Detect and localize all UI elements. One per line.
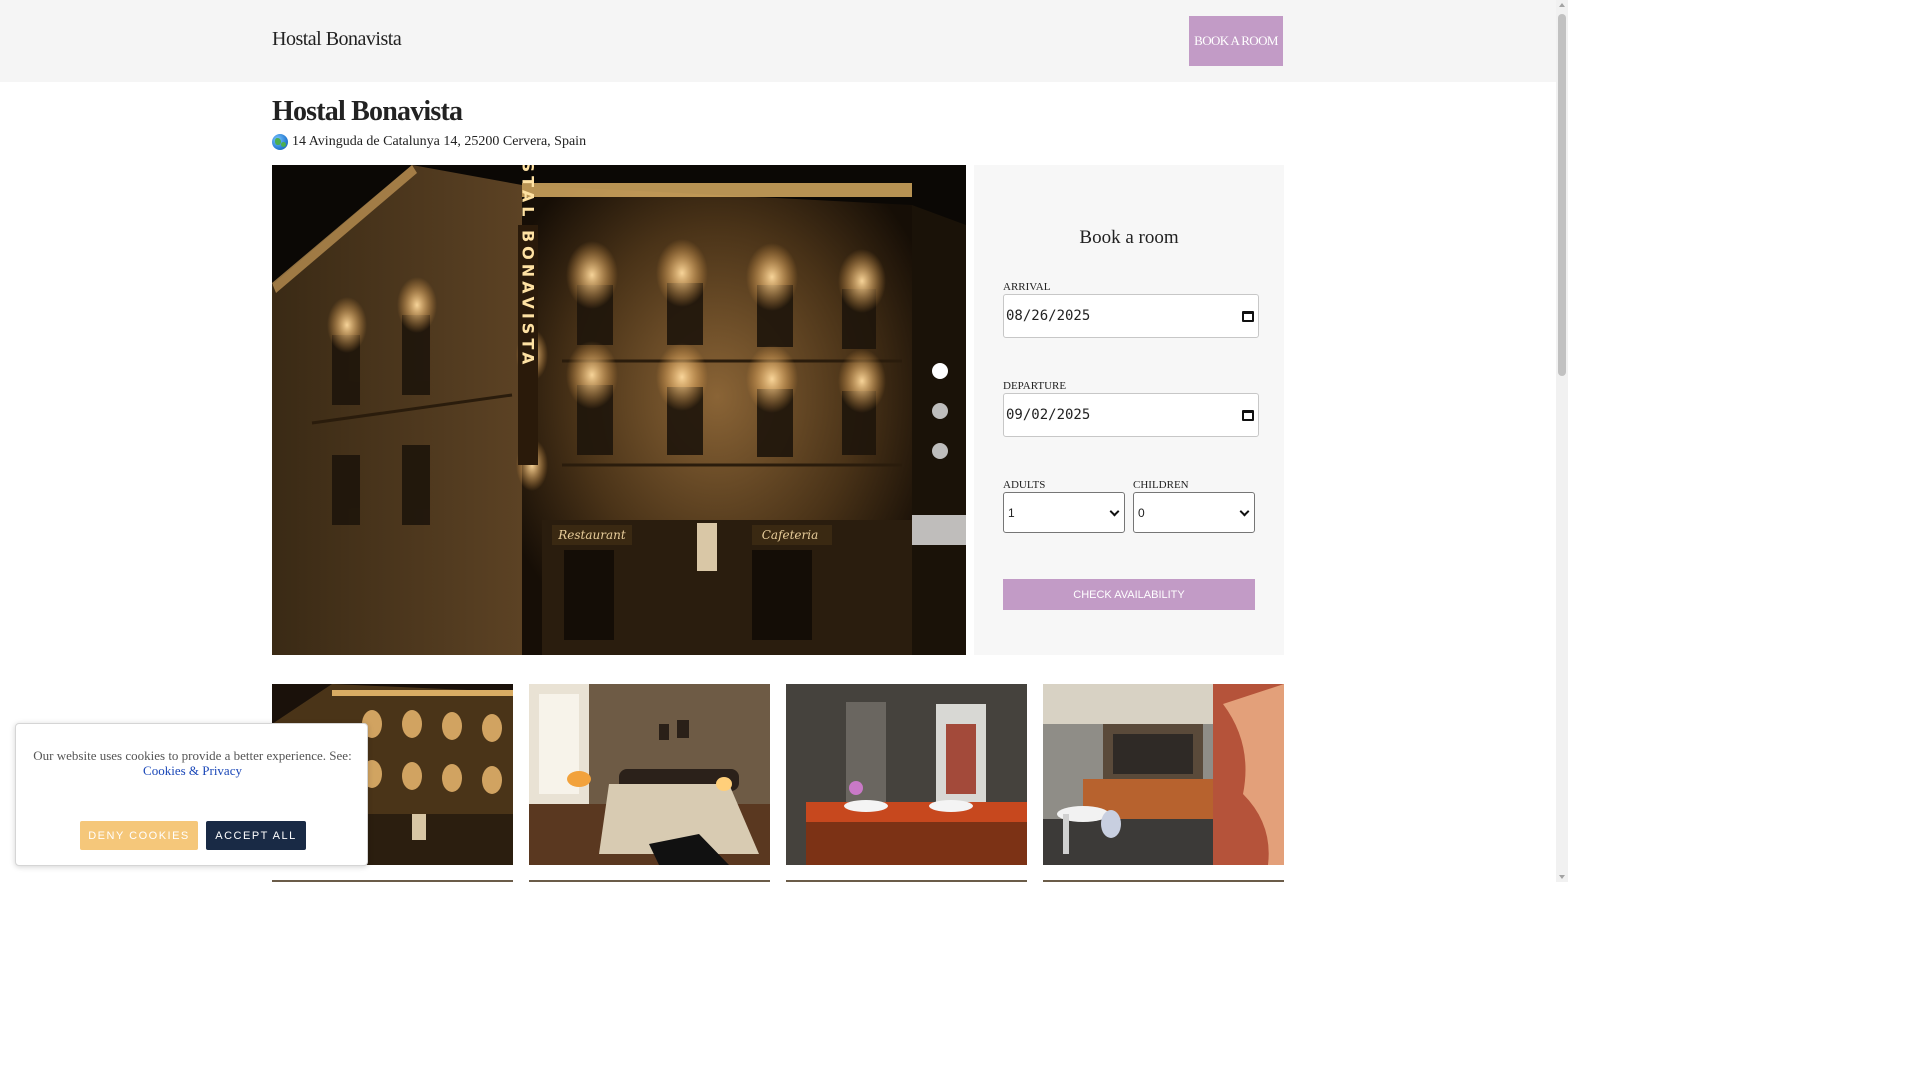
- children-select[interactable]: 0: [1133, 492, 1255, 533]
- bedroom-photo: [529, 684, 770, 865]
- svg-text:HOSTAL BONAVISTA: HOSTAL BONAVISTA: [519, 165, 538, 368]
- slider-dot-3[interactable]: [932, 443, 948, 459]
- scrollbar-thumb[interactable]: [1558, 14, 1566, 376]
- slider-dot-2[interactable]: [932, 403, 948, 419]
- check-availability-button[interactable]: CHECK AVAILABILITY: [1003, 579, 1255, 610]
- slider-dot-1[interactable]: [932, 363, 948, 379]
- cookies-privacy-link[interactable]: Cookies & Privacy: [143, 763, 242, 778]
- chevron-down-icon: [1109, 506, 1120, 516]
- calendar-icon[interactable]: [1242, 409, 1254, 421]
- gallery-thumb-bathroom[interactable]: [786, 684, 1027, 865]
- departure-label: DEPARTURE: [1003, 380, 1067, 392]
- gallery-row-2-edge: [1043, 880, 1284, 882]
- arrival-date-input[interactable]: 08/26/2025: [1003, 294, 1259, 338]
- cookie-banner: Our website uses cookies to provide a be…: [15, 723, 368, 866]
- deny-cookies-button[interactable]: DENY COOKIES: [80, 821, 198, 850]
- cookie-message-text: Our website uses cookies to provide a be…: [33, 748, 352, 763]
- hero-slider[interactable]: HOSTAL BONAVISTA Restaurant Cafeteria: [272, 165, 966, 655]
- adults-label: ADULTS: [1003, 479, 1046, 491]
- gallery-row-2-edge: [786, 880, 1027, 882]
- adults-select[interactable]: 1: [1003, 492, 1125, 533]
- svg-text:Cafeteria: Cafeteria: [762, 528, 819, 542]
- svg-text:Restaurant: Restaurant: [557, 528, 626, 542]
- book-a-room-button[interactable]: BOOK A ROOM: [1189, 16, 1283, 66]
- gallery-row-2-edge: [529, 880, 770, 882]
- children-label: CHILDREN: [1133, 479, 1189, 491]
- arrival-date-value: 08/26/2025: [1006, 308, 1091, 324]
- page-title: Hostal Bonavista: [272, 96, 463, 127]
- slider-dots: [932, 363, 948, 459]
- booking-form: Book a room ARRIVAL 08/26/2025 DEPARTURE…: [974, 165, 1284, 655]
- bathroom-photo: [786, 684, 1027, 865]
- gallery-row-2-edge: [272, 880, 513, 882]
- hero-photo-hotel-facade: HOSTAL BONAVISTA Restaurant Cafeteria: [272, 165, 966, 655]
- bar-photo: [1043, 684, 1284, 865]
- brand-name[interactable]: Hostal Bonavista: [272, 28, 402, 51]
- departure-date-value: 09/02/2025: [1006, 407, 1091, 423]
- adults-value: 1: [1008, 505, 1015, 520]
- chevron-down-icon: [1239, 506, 1250, 516]
- hotel-address: 14 Avinguda de Catalunya 14, 25200 Cerve…: [272, 134, 586, 150]
- gallery-thumb-bedroom[interactable]: [529, 684, 770, 865]
- arrival-label: ARRIVAL: [1003, 281, 1051, 293]
- scroll-down-arrow-icon[interactable]: [1559, 875, 1565, 879]
- scroll-up-arrow-icon[interactable]: [1559, 3, 1565, 7]
- cookie-message: Our website uses cookies to provide a be…: [16, 748, 369, 778]
- children-value: 0: [1138, 505, 1145, 520]
- departure-date-input[interactable]: 09/02/2025: [1003, 393, 1259, 437]
- booking-title: Book a room: [1079, 227, 1179, 248]
- address-text: 14 Avinguda de Catalunya 14, 25200 Cerve…: [292, 134, 587, 149]
- accept-all-button[interactable]: ACCEPT ALL: [206, 821, 306, 850]
- site-header: Hostal Bonavista BOOK A ROOM: [0, 0, 1556, 82]
- page-scrollbar[interactable]: [1556, 0, 1568, 882]
- gallery-thumb-bar[interactable]: [1043, 684, 1284, 865]
- globe-icon: [272, 134, 288, 150]
- calendar-icon[interactable]: [1242, 310, 1254, 322]
